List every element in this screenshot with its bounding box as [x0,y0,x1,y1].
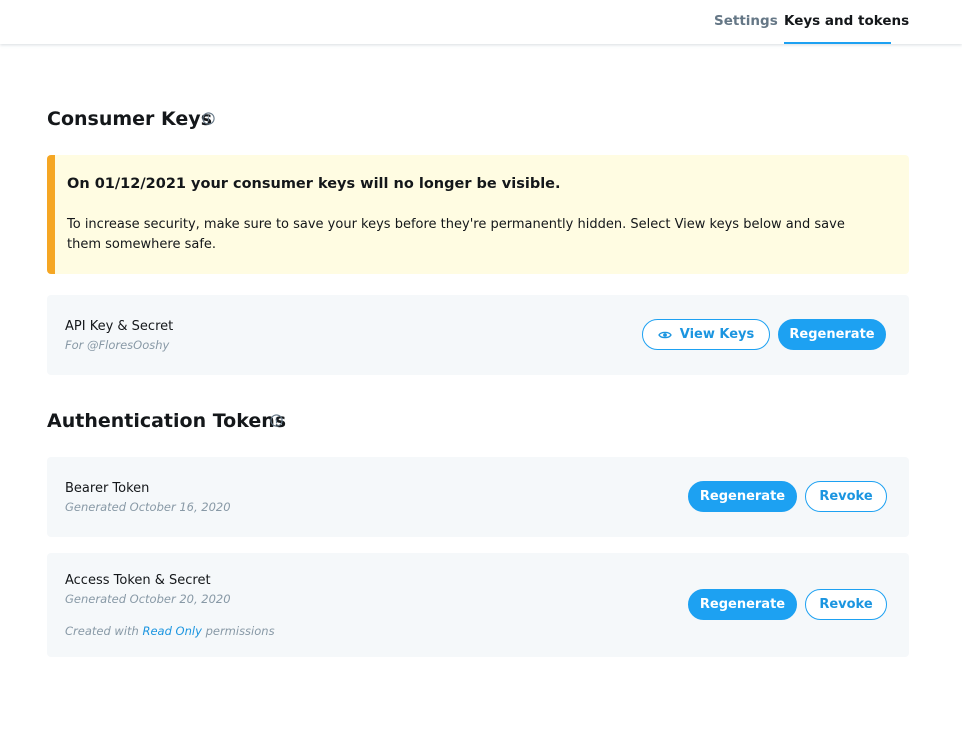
revoke-access-token-button[interactable]: Revoke [805,589,887,620]
consumer-keys-heading: Consumer Keys [47,108,212,130]
bearer-token-title: Bearer Token [65,481,150,496]
bearer-token-generated-date: Generated October 16, 2020 [65,500,231,514]
access-token-permissions: Created with Read Only permissions [65,624,275,638]
revoke-bearer-token-button[interactable]: Revoke [805,481,887,512]
authentication-tokens-heading: Authentication Tokens [47,410,287,432]
eye-icon [657,331,672,338]
permissions-prefix: Created with [65,624,139,638]
view-keys-label: View Keys [679,327,755,342]
regenerate-api-key-button[interactable]: Regenerate [778,319,886,350]
revoke-label: Revoke [819,597,873,612]
active-tab-indicator [784,42,891,44]
regenerate-label: Regenerate [699,597,786,612]
tab-keys-and-tokens[interactable]: Keys and tokens [784,13,909,29]
api-key-owner: For @FloresOoshy [65,338,170,352]
warning-accent-bar [47,155,55,274]
tab-settings[interactable]: Settings [714,13,778,29]
visibility-warning-banner: On 01/12/2021 your consumer keys will no… [47,155,909,274]
view-keys-button[interactable]: View Keys [642,319,770,350]
top-nav: Settings Keys and tokens [0,0,962,44]
regenerate-access-token-button[interactable]: Regenerate [688,589,797,620]
regenerate-label: Regenerate [789,327,875,342]
regenerate-bearer-token-button[interactable]: Regenerate [688,481,797,512]
permissions-suffix: permissions [205,624,275,638]
read-only-permissions-link[interactable]: Read Only [142,624,201,638]
revoke-label: Revoke [819,489,873,504]
regenerate-label: Regenerate [699,489,786,504]
info-icon[interactable] [202,112,215,125]
info-icon[interactable] [270,414,283,427]
api-key-title: API Key & Secret [65,319,174,334]
warning-title: On 01/12/2021 your consumer keys will no… [67,176,561,192]
bearer-token-card: Bearer Token Generated October 16, 2020 … [47,457,909,537]
warning-body: To increase security, make sure to save … [67,217,845,252]
api-key-card: API Key & Secret For @FloresOoshy View K… [47,295,909,375]
access-token-generated-date: Generated October 20, 2020 [65,592,231,606]
access-token-title: Access Token & Secret [65,573,211,588]
access-token-card: Access Token & Secret Generated October … [47,553,909,657]
